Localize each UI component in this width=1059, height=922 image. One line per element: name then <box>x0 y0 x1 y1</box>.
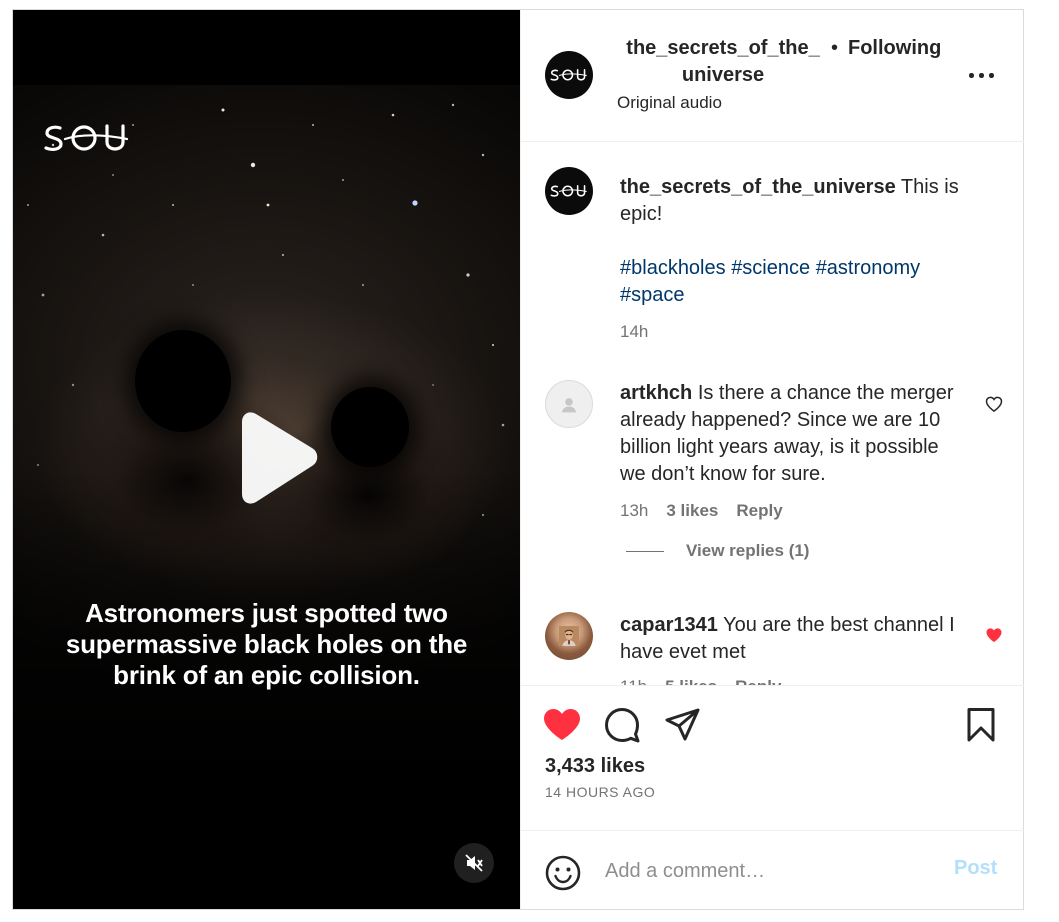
comment-likes[interactable]: 3 likes <box>666 501 718 520</box>
hashtag-link[interactable]: #blackholes <box>620 257 726 279</box>
heart-filled-icon[interactable] <box>984 625 1004 645</box>
caption-username[interactable]: the_secrets_of_the_universe <box>620 176 896 198</box>
brand-logo <box>44 124 129 151</box>
hashtag-link[interactable]: #space <box>620 284 685 306</box>
muted-speaker-icon <box>465 854 483 872</box>
comment-body: artkhch Is there a chance the merger alr… <box>620 380 965 488</box>
hashtag-link[interactable]: #science <box>731 257 810 279</box>
original-audio-link[interactable]: Original audio <box>617 92 722 114</box>
post-dialog: Astronomers just spotted two supermassiv… <box>12 9 1024 910</box>
share-icon[interactable] <box>664 707 700 743</box>
black-hole-left <box>135 330 231 432</box>
profile-photo <box>559 626 579 646</box>
comment-body: capar1341 You are the best channel I hav… <box>620 612 965 666</box>
emoji-icon[interactable] <box>545 855 581 891</box>
comment-time[interactable]: 11h <box>620 677 647 685</box>
author-avatar[interactable] <box>545 167 593 215</box>
brand-logo-icon <box>550 69 587 81</box>
video-caption: Astronomers just spotted two supermassiv… <box>65 598 468 690</box>
comment-meta: 11h 5 likes Reply <box>620 676 781 685</box>
caption-body: the_secrets_of_the_universe This is epic… <box>620 174 990 309</box>
separator-dot: • <box>831 37 839 59</box>
heart-filled-icon[interactable] <box>542 707 582 743</box>
brand-logo-icon <box>550 185 587 197</box>
reel-video[interactable]: Astronomers just spotted two supermassiv… <box>13 10 520 909</box>
author-username-line1: the_secrets_of_the_ <box>626 37 820 59</box>
comment-username[interactable]: artkhch <box>620 382 692 404</box>
comment-input[interactable] <box>605 855 935 887</box>
commenter-avatar[interactable] <box>545 380 593 428</box>
default-avatar-icon <box>561 398 577 413</box>
view-replies-button[interactable]: View replies (1) <box>626 540 809 562</box>
reply-button[interactable]: Reply <box>735 677 781 685</box>
comment-meta: 13h 3 likes Reply <box>620 500 783 522</box>
replies-divider <box>626 550 664 552</box>
comment-time[interactable]: 13h <box>620 501 648 520</box>
post-timestamp[interactable]: 14 HOURS AGO <box>545 783 655 801</box>
add-comment-bar: Post <box>521 830 1024 909</box>
following-button[interactable]: Following <box>848 35 941 62</box>
comment-likes[interactable]: 5 likes <box>665 677 717 685</box>
reply-button[interactable]: Reply <box>736 501 782 520</box>
author-username[interactable]: the_secrets_of_the_ universe <box>618 35 828 89</box>
comment-icon[interactable] <box>604 707 640 743</box>
post-header: the_secrets_of_the_ universe • Following… <box>521 10 1024 142</box>
post-button[interactable]: Post <box>954 857 997 880</box>
author-username-line2: universe <box>681 64 765 86</box>
caption-hashtags: #blackholes #science #astronomy #space <box>620 255 990 309</box>
author-avatar[interactable] <box>545 51 593 99</box>
view-replies-label: View replies (1) <box>686 541 810 560</box>
post-actions: 3,433 likes 14 HOURS AGO <box>521 685 1024 830</box>
comments-list[interactable]: the_secrets_of_the_universe This is epic… <box>521 143 1024 685</box>
play-icon[interactable] <box>224 408 324 508</box>
likes-count[interactable]: 3,433 likes <box>545 753 645 779</box>
more-options-icon[interactable] <box>969 70 995 80</box>
hashtag-link[interactable]: #astronomy <box>816 257 921 279</box>
black-hole-right <box>331 387 409 467</box>
commenter-avatar[interactable] <box>545 612 593 660</box>
mute-toggle-button[interactable] <box>454 843 494 883</box>
caption-meta: 14h <box>620 321 648 343</box>
comment-username[interactable]: capar1341 <box>620 614 718 636</box>
post-side-panel: the_secrets_of_the_ universe • Following… <box>520 10 1024 909</box>
heart-outline-icon[interactable] <box>984 394 1004 414</box>
caption-time[interactable]: 14h <box>620 322 648 341</box>
bookmark-icon[interactable] <box>966 707 996 743</box>
